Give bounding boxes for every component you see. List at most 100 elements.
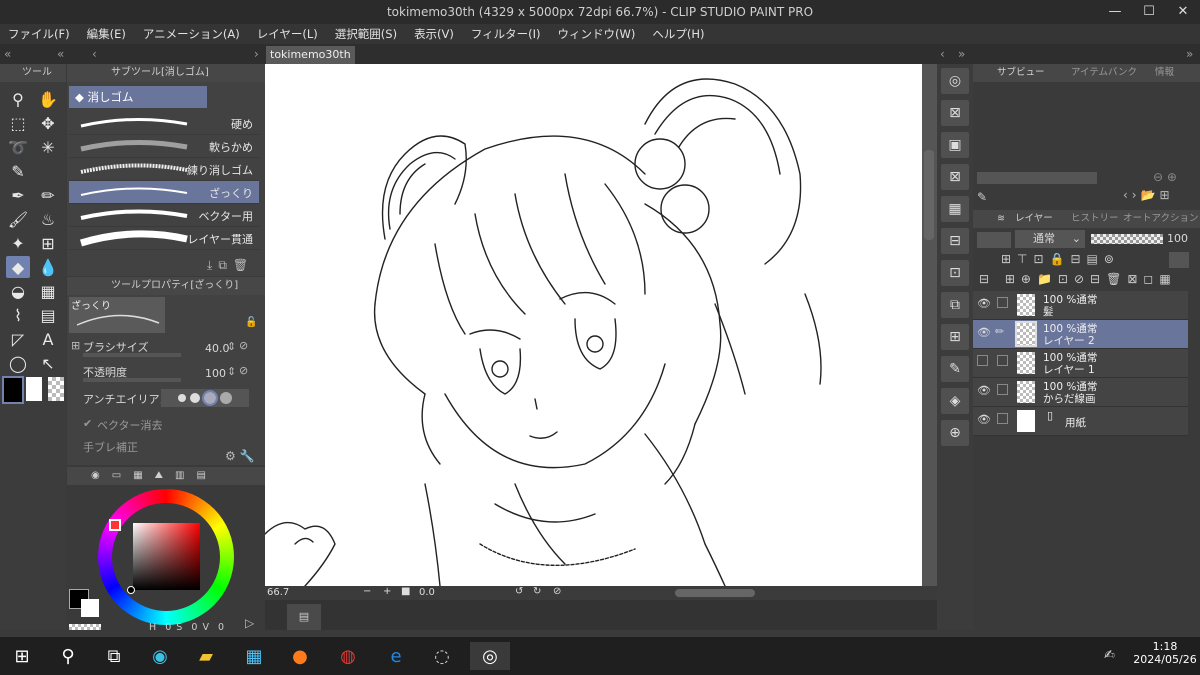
chevron-left-icon[interactable]: ‹ (92, 44, 97, 64)
blend-mode-select[interactable]: 通常 ⌄ (1015, 230, 1085, 248)
layer-opacity-slider[interactable] (1091, 234, 1163, 244)
chrome-icon[interactable]: ◍ (334, 642, 362, 670)
eyedropper-icon[interactable]: ✎ (977, 190, 987, 204)
pressure-icon[interactable]: ⊘ (239, 364, 248, 377)
layer-action-icons[interactable]: ⊟ ⊞⊕📁⊡⊘⊟🗑⊠◻▦ (979, 272, 1177, 286)
clear-icon[interactable]: ⊠ (941, 100, 969, 126)
eye-icon[interactable]: 👁 (977, 413, 991, 426)
deselect-icon[interactable]: ⊟ (941, 228, 969, 254)
collapse-icon[interactable]: » (958, 44, 965, 64)
gradient-tool-icon[interactable]: ▦ (36, 280, 60, 302)
tab-item-bank[interactable]: アイテムバンク (1071, 64, 1137, 82)
expand-icon[interactable]: ⊞ (71, 339, 80, 352)
eraser-tool-icon[interactable]: ◆ (6, 256, 30, 278)
duplicate-icon[interactable]: ⧉ (218, 258, 233, 272)
close-button[interactable]: ✕ (1166, 0, 1200, 24)
flip-icon[interactable]: ⊘ (553, 586, 561, 597)
brush-item-soft[interactable]: 軟らかめ (69, 135, 259, 158)
angle-value[interactable]: 0.0 (419, 587, 435, 598)
timeline-icon[interactable]: ▤ (287, 604, 321, 630)
lock-toggle[interactable] (997, 384, 1008, 395)
move-tool-icon[interactable]: ✥ (36, 112, 60, 134)
zoom-tool-icon[interactable]: ⚲ (6, 88, 30, 110)
magic-wand-icon[interactable]: ✳ (36, 136, 60, 158)
tab-layer[interactable]: レイヤー (1015, 210, 1053, 228)
layer-row-body-lineart[interactable]: 👁 100 %通常 からだ線画 (973, 378, 1188, 407)
lock-toggle[interactable] (997, 355, 1008, 366)
fill-tool-icon[interactable]: ◒ (6, 280, 30, 302)
sv-handle[interactable] (127, 586, 135, 594)
brush-item-rough[interactable]: ざっくり (69, 181, 259, 204)
collapse-left-icon[interactable]: « (4, 44, 11, 64)
store-icon[interactable]: ▦ (240, 642, 268, 670)
crop-icon[interactable]: ⊡ (941, 260, 969, 286)
brush-item-kneaded[interactable]: 練り消しゴム (69, 158, 259, 181)
maximize-button[interactable]: ☐ (1132, 0, 1166, 24)
checkbox-icon[interactable]: ✔ (83, 417, 92, 430)
airbrush-tool-icon[interactable]: ♨ (36, 208, 60, 230)
fill-icon[interactable]: ◈ (941, 388, 969, 414)
edit-icon[interactable]: ✎ (941, 356, 969, 382)
adjust-icon[interactable]: ⊕ (941, 420, 969, 446)
layer-color-chip[interactable] (1169, 252, 1189, 268)
hue-handle[interactable] (109, 519, 121, 531)
chevron-left-icon[interactable]: ‹ (940, 44, 945, 64)
brush-size-slider[interactable] (83, 353, 181, 357)
transparent-color-swatch[interactable] (48, 377, 64, 401)
rotate-right-icon[interactable]: ↻ (533, 586, 541, 597)
eye-icon[interactable]: 👁 (977, 384, 991, 397)
collapse-right-icon[interactable]: » (1186, 44, 1193, 64)
tab-info[interactable]: 情報 (1155, 64, 1174, 82)
intermediate-tab-icon[interactable]: ▥ (175, 467, 184, 485)
pen-tray-icon[interactable]: ✍ (1104, 648, 1115, 663)
pressure-icon[interactable]: ⊘ (239, 339, 248, 352)
blend-tool-icon[interactable]: 💧 (36, 256, 60, 278)
zoom-in-icon[interactable]: + (383, 586, 391, 597)
layer-row-layer1[interactable]: 100 %通常 レイヤー 1 (973, 349, 1188, 378)
decoration-tool-icon[interactable]: ✦ (6, 232, 30, 254)
opacity-slider[interactable] (83, 378, 181, 382)
file-explorer-icon[interactable]: ▰ (192, 642, 220, 670)
tab-history[interactable]: ヒストリー (1071, 210, 1119, 228)
tab-auto-action[interactable]: オートアクション (1123, 210, 1199, 228)
internet-explorer-icon[interactable]: e (382, 642, 410, 670)
vertical-scrollbar[interactable] (924, 150, 934, 240)
play-icon[interactable]: ▷ (245, 616, 254, 630)
eye-icon[interactable]: 👁 (977, 326, 991, 339)
menu-filter[interactable]: フィルター(I) (463, 26, 550, 42)
visibility-toggle[interactable] (977, 355, 988, 366)
antialias-selector[interactable] (161, 389, 249, 407)
download-icon[interactable]: ⤓ (207, 258, 218, 272)
search-icon[interactable]: ⚲ (54, 642, 82, 670)
pen-tool-icon[interactable]: ✒ (6, 184, 30, 206)
transform-icon[interactable]: ▦ (941, 196, 969, 222)
subtool-group-eraser[interactable]: ◆ 消しゴム (69, 86, 207, 108)
menu-animation[interactable]: アニメーション(A) (135, 26, 249, 42)
zoom-out-icon[interactable]: − (363, 586, 371, 597)
menu-help[interactable]: ヘルプ(H) (644, 26, 713, 42)
menu-layer[interactable]: レイヤー(L) (249, 26, 327, 42)
ruler-tool-icon[interactable]: ◸ (6, 328, 30, 350)
clip-studio-paint-icon[interactable]: ◎ (470, 642, 510, 670)
eye-icon[interactable]: 👁 (977, 297, 991, 310)
minimize-button[interactable]: — (1098, 0, 1132, 24)
stepper-icon[interactable]: ⇕ (227, 340, 236, 353)
main-color-swatch[interactable] (2, 376, 24, 404)
horizontal-scrollbar[interactable] (675, 589, 755, 597)
subview-nav-icons[interactable]: ‹›📂⊞ (1123, 188, 1174, 202)
zoom-controls-icon[interactable]: ⊖ ⊕ (1153, 170, 1177, 184)
lock-toggle[interactable] (997, 413, 1008, 424)
tab-subview[interactable]: サブビュー (997, 64, 1045, 82)
layer-color-selector[interactable] (977, 232, 1011, 248)
layer-opacity-value[interactable]: 100 (1167, 232, 1188, 245)
color-set-tab-icon[interactable]: ▦ (133, 467, 142, 485)
drawing-canvas[interactable] (265, 64, 922, 586)
subview-slider[interactable] (977, 172, 1097, 184)
menu-view[interactable]: 表示(V) (406, 26, 463, 42)
lock-toggle[interactable] (997, 297, 1008, 308)
fit-icon[interactable]: ■ (401, 586, 410, 597)
firefox-icon[interactable]: ● (286, 642, 314, 670)
layer-row-paper[interactable]: 👁 ▯ 用紙 (973, 407, 1188, 436)
trash-icon[interactable]: 🗑 (233, 258, 254, 272)
layer-row-hair[interactable]: 👁 100 %通常 髪 (973, 291, 1188, 320)
